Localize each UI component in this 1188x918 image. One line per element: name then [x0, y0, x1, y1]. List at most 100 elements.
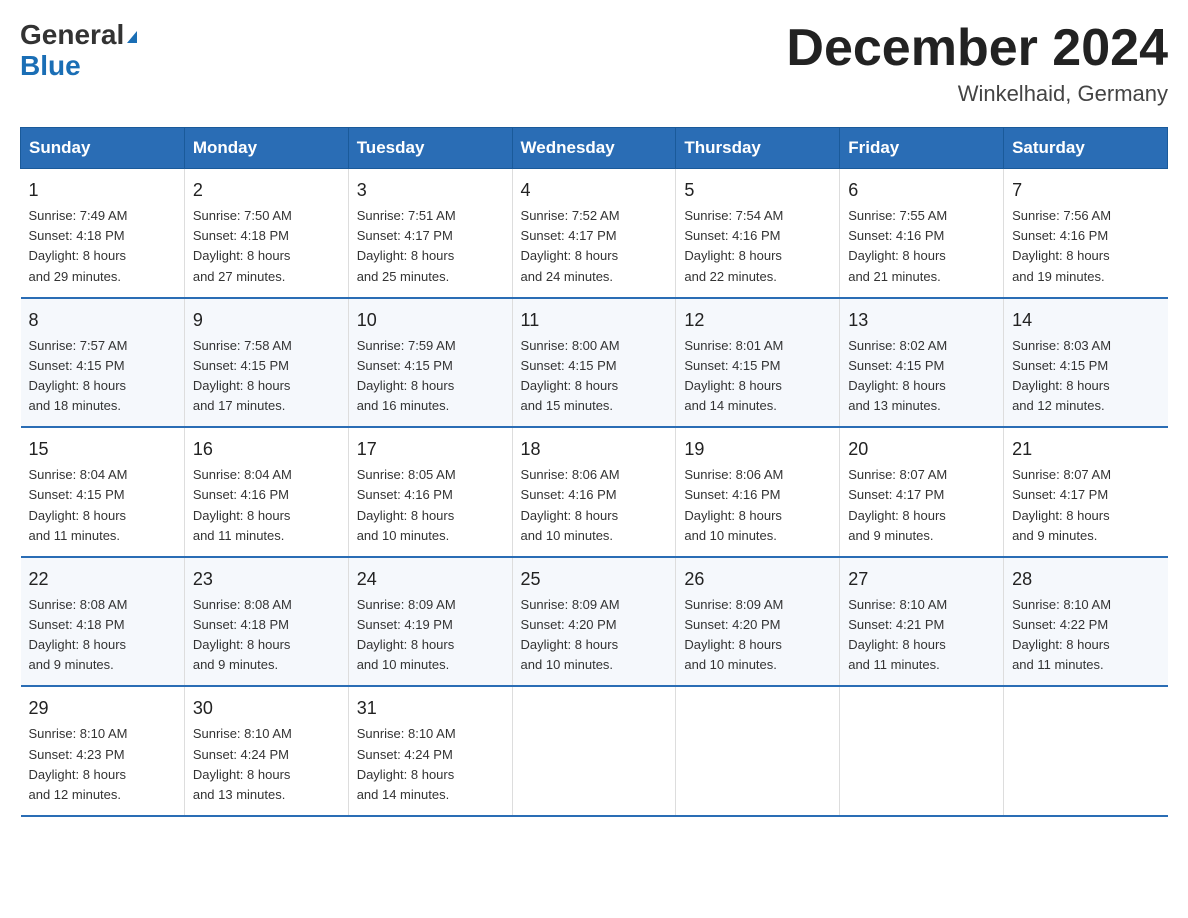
week-row-3: 15 Sunrise: 8:04 AMSunset: 4:15 PMDayligh…: [21, 427, 1168, 557]
logo-text: General Blue: [20, 20, 137, 82]
day-cell: 10Sunrise: 7:59 AMSunset: 4:15 PMDayligh…: [348, 298, 512, 428]
day-number: 20: [848, 436, 995, 463]
week-row-1: 1 Sunrise: 7:49 AMSunset: 4:18 PMDaylight…: [21, 169, 1168, 298]
logo-triangle-icon: [127, 31, 137, 43]
day-cell: 28 Sunrise: 8:10 AMSunset: 4:22 PMDayligh…: [1004, 557, 1168, 687]
day-info: Sunrise: 8:07 AMSunset: 4:17 PMDaylight:…: [1012, 467, 1111, 542]
day-cell: 4Sunrise: 7:52 AMSunset: 4:17 PMDaylight…: [512, 169, 676, 298]
day-cell: 27 Sunrise: 8:10 AMSunset: 4:21 PMDayligh…: [840, 557, 1004, 687]
day-info: Sunrise: 8:10 AMSunset: 4:24 PMDaylight:…: [357, 726, 456, 801]
day-info: Sunrise: 8:10 AMSunset: 4:22 PMDaylight:…: [1012, 597, 1111, 672]
day-info: Sunrise: 7:58 AMSunset: 4:15 PMDaylight:…: [193, 338, 292, 413]
day-number: 28: [1012, 566, 1159, 593]
day-number: 18: [521, 436, 668, 463]
day-cell: 1 Sunrise: 7:49 AMSunset: 4:18 PMDaylight…: [21, 169, 185, 298]
col-friday: Friday: [840, 128, 1004, 169]
day-number: 12: [684, 307, 831, 334]
day-number: 25: [521, 566, 668, 593]
header-row: Sunday Monday Tuesday Wednesday Thursday…: [21, 128, 1168, 169]
day-number: 31: [357, 695, 504, 722]
day-number: 27: [848, 566, 995, 593]
day-info: Sunrise: 7:49 AMSunset: 4:18 PMDaylight:…: [29, 208, 128, 283]
day-number: 29: [29, 695, 176, 722]
day-number: 30: [193, 695, 340, 722]
day-cell: 22Sunrise: 8:08 AMSunset: 4:18 PMDayligh…: [21, 557, 185, 687]
col-monday: Monday: [184, 128, 348, 169]
day-info: Sunrise: 7:50 AMSunset: 4:18 PMDaylight:…: [193, 208, 292, 283]
day-info: Sunrise: 8:09 AMSunset: 4:20 PMDaylight:…: [521, 597, 620, 672]
day-info: Sunrise: 8:10 AMSunset: 4:23 PMDaylight:…: [29, 726, 128, 801]
day-number: 6: [848, 177, 995, 204]
day-info: Sunrise: 8:10 AMSunset: 4:21 PMDaylight:…: [848, 597, 947, 672]
day-info: Sunrise: 7:56 AMSunset: 4:16 PMDaylight:…: [1012, 208, 1111, 283]
day-cell: 19Sunrise: 8:06 AMSunset: 4:16 PMDayligh…: [676, 427, 840, 557]
day-cell: 6 Sunrise: 7:55 AMSunset: 4:16 PMDaylight…: [840, 169, 1004, 298]
day-info: Sunrise: 7:55 AMSunset: 4:16 PMDaylight:…: [848, 208, 947, 283]
week-row-2: 8Sunrise: 7:57 AMSunset: 4:15 PMDaylight…: [21, 298, 1168, 428]
day-number: 24: [357, 566, 504, 593]
day-cell: 14 Sunrise: 8:03 AMSunset: 4:15 PMDayligh…: [1004, 298, 1168, 428]
day-info: Sunrise: 8:09 AMSunset: 4:19 PMDaylight:…: [357, 597, 456, 672]
day-number: 10: [357, 307, 504, 334]
day-info: Sunrise: 8:09 AMSunset: 4:20 PMDaylight:…: [684, 597, 783, 672]
col-wednesday: Wednesday: [512, 128, 676, 169]
day-cell: 25 Sunrise: 8:09 AMSunset: 4:20 PMDayligh…: [512, 557, 676, 687]
day-number: 26: [684, 566, 831, 593]
day-number: 1: [29, 177, 176, 204]
day-info: Sunrise: 8:04 AMSunset: 4:15 PMDaylight:…: [29, 467, 128, 542]
day-info: Sunrise: 7:57 AMSunset: 4:15 PMDaylight:…: [29, 338, 128, 413]
day-cell: 9 Sunrise: 7:58 AMSunset: 4:15 PMDaylight…: [184, 298, 348, 428]
day-number: 21: [1012, 436, 1159, 463]
col-saturday: Saturday: [1004, 128, 1168, 169]
day-cell: 20 Sunrise: 8:07 AMSunset: 4:17 PMDayligh…: [840, 427, 1004, 557]
day-cell: 17 Sunrise: 8:05 AMSunset: 4:16 PMDayligh…: [348, 427, 512, 557]
day-cell: 13Sunrise: 8:02 AMSunset: 4:15 PMDayligh…: [840, 298, 1004, 428]
day-number: 11: [521, 307, 668, 334]
day-info: Sunrise: 8:06 AMSunset: 4:16 PMDaylight:…: [521, 467, 620, 542]
col-thursday: Thursday: [676, 128, 840, 169]
day-info: Sunrise: 8:00 AMSunset: 4:15 PMDaylight:…: [521, 338, 620, 413]
day-number: 17: [357, 436, 504, 463]
day-cell: 24 Sunrise: 8:09 AMSunset: 4:19 PMDayligh…: [348, 557, 512, 687]
day-info: Sunrise: 8:06 AMSunset: 4:16 PMDaylight:…: [684, 467, 783, 542]
day-info: Sunrise: 8:05 AMSunset: 4:16 PMDaylight:…: [357, 467, 456, 542]
day-number: 2: [193, 177, 340, 204]
day-cell: 7 Sunrise: 7:56 AMSunset: 4:16 PMDaylight…: [1004, 169, 1168, 298]
day-cell: 31 Sunrise: 8:10 AMSunset: 4:24 PMDayligh…: [348, 686, 512, 816]
day-info: Sunrise: 8:02 AMSunset: 4:15 PMDaylight:…: [848, 338, 947, 413]
col-sunday: Sunday: [21, 128, 185, 169]
day-number: 3: [357, 177, 504, 204]
day-info: Sunrise: 8:10 AMSunset: 4:24 PMDaylight:…: [193, 726, 292, 801]
day-cell: 8Sunrise: 7:57 AMSunset: 4:15 PMDaylight…: [21, 298, 185, 428]
day-cell: 21 Sunrise: 8:07 AMSunset: 4:17 PMDayligh…: [1004, 427, 1168, 557]
day-number: 14: [1012, 307, 1159, 334]
day-cell: 18 Sunrise: 8:06 AMSunset: 4:16 PMDayligh…: [512, 427, 676, 557]
day-info: Sunrise: 7:54 AMSunset: 4:16 PMDaylight:…: [684, 208, 783, 283]
day-cell: 30 Sunrise: 8:10 AMSunset: 4:24 PMDayligh…: [184, 686, 348, 816]
day-cell: 2 Sunrise: 7:50 AMSunset: 4:18 PMDaylight…: [184, 169, 348, 298]
week-row-5: 29 Sunrise: 8:10 AMSunset: 4:23 PMDayligh…: [21, 686, 1168, 816]
day-number: 9: [193, 307, 340, 334]
logo-blue-text: Blue: [20, 50, 81, 81]
day-number: 23: [193, 566, 340, 593]
day-number: 22: [29, 566, 176, 593]
day-cell: [1004, 686, 1168, 816]
day-cell: 12 Sunrise: 8:01 AMSunset: 4:15 PMDayligh…: [676, 298, 840, 428]
day-number: 7: [1012, 177, 1159, 204]
day-info: Sunrise: 7:52 AMSunset: 4:17 PMDaylight:…: [521, 208, 620, 283]
logo: General Blue: [20, 20, 137, 82]
day-info: Sunrise: 7:51 AMSunset: 4:17 PMDaylight:…: [357, 208, 456, 283]
logo-general-text: General: [20, 19, 124, 50]
day-info: Sunrise: 8:07 AMSunset: 4:17 PMDaylight:…: [848, 467, 947, 542]
day-cell: [676, 686, 840, 816]
day-cell: 3 Sunrise: 7:51 AMSunset: 4:17 PMDaylight…: [348, 169, 512, 298]
day-cell: 5Sunrise: 7:54 AMSunset: 4:16 PMDaylight…: [676, 169, 840, 298]
day-info: Sunrise: 8:03 AMSunset: 4:15 PMDaylight:…: [1012, 338, 1111, 413]
col-tuesday: Tuesday: [348, 128, 512, 169]
day-cell: 23Sunrise: 8:08 AMSunset: 4:18 PMDayligh…: [184, 557, 348, 687]
day-cell: 29 Sunrise: 8:10 AMSunset: 4:23 PMDayligh…: [21, 686, 185, 816]
day-info: Sunrise: 8:01 AMSunset: 4:15 PMDaylight:…: [684, 338, 783, 413]
day-number: 15: [29, 436, 176, 463]
title-block: December 2024 Winkelhaid, Germany: [786, 20, 1168, 107]
day-info: Sunrise: 8:04 AMSunset: 4:16 PMDaylight:…: [193, 467, 292, 542]
